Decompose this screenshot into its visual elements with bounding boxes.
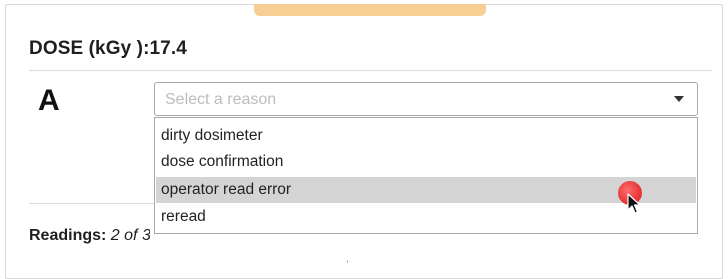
- reason-select[interactable]: Select a reason: [154, 82, 698, 116]
- reason-option-dirty-dosimeter[interactable]: dirty dosimeter: [156, 123, 696, 149]
- grade-letter: A: [38, 84, 60, 117]
- readings-of: of: [124, 227, 138, 244]
- divider: [29, 70, 712, 71]
- mouse-pointer-icon: [627, 193, 641, 214]
- reason-option-operator-read-error[interactable]: operator read error: [156, 177, 696, 203]
- readings-count: 2 of 3: [111, 227, 150, 244]
- reason-option-reread[interactable]: reread: [156, 204, 696, 230]
- dose-value: 17.4: [149, 38, 187, 59]
- dose-heading: DOSE (kGy ):17.4: [29, 38, 187, 60]
- readings-label: Readings:: [29, 227, 107, 244]
- section-divider: [29, 203, 154, 204]
- reason-option-dose-confirmation[interactable]: dose confirmation: [156, 149, 696, 175]
- dose-label: DOSE (kGy ):: [29, 38, 150, 59]
- top-tab-handle[interactable]: [254, 4, 486, 16]
- reason-options-list: dirty dosimeter dose confirmation operat…: [154, 117, 698, 234]
- readings-counter: Readings: 2 of 3: [29, 227, 150, 245]
- readings-total: 3: [141, 227, 151, 244]
- readings-of-total: of 3: [124, 227, 150, 245]
- reason-select-placeholder: Select a reason: [165, 91, 277, 108]
- caret-down-icon[interactable]: [674, 96, 684, 102]
- readings-current: 2: [110, 227, 120, 244]
